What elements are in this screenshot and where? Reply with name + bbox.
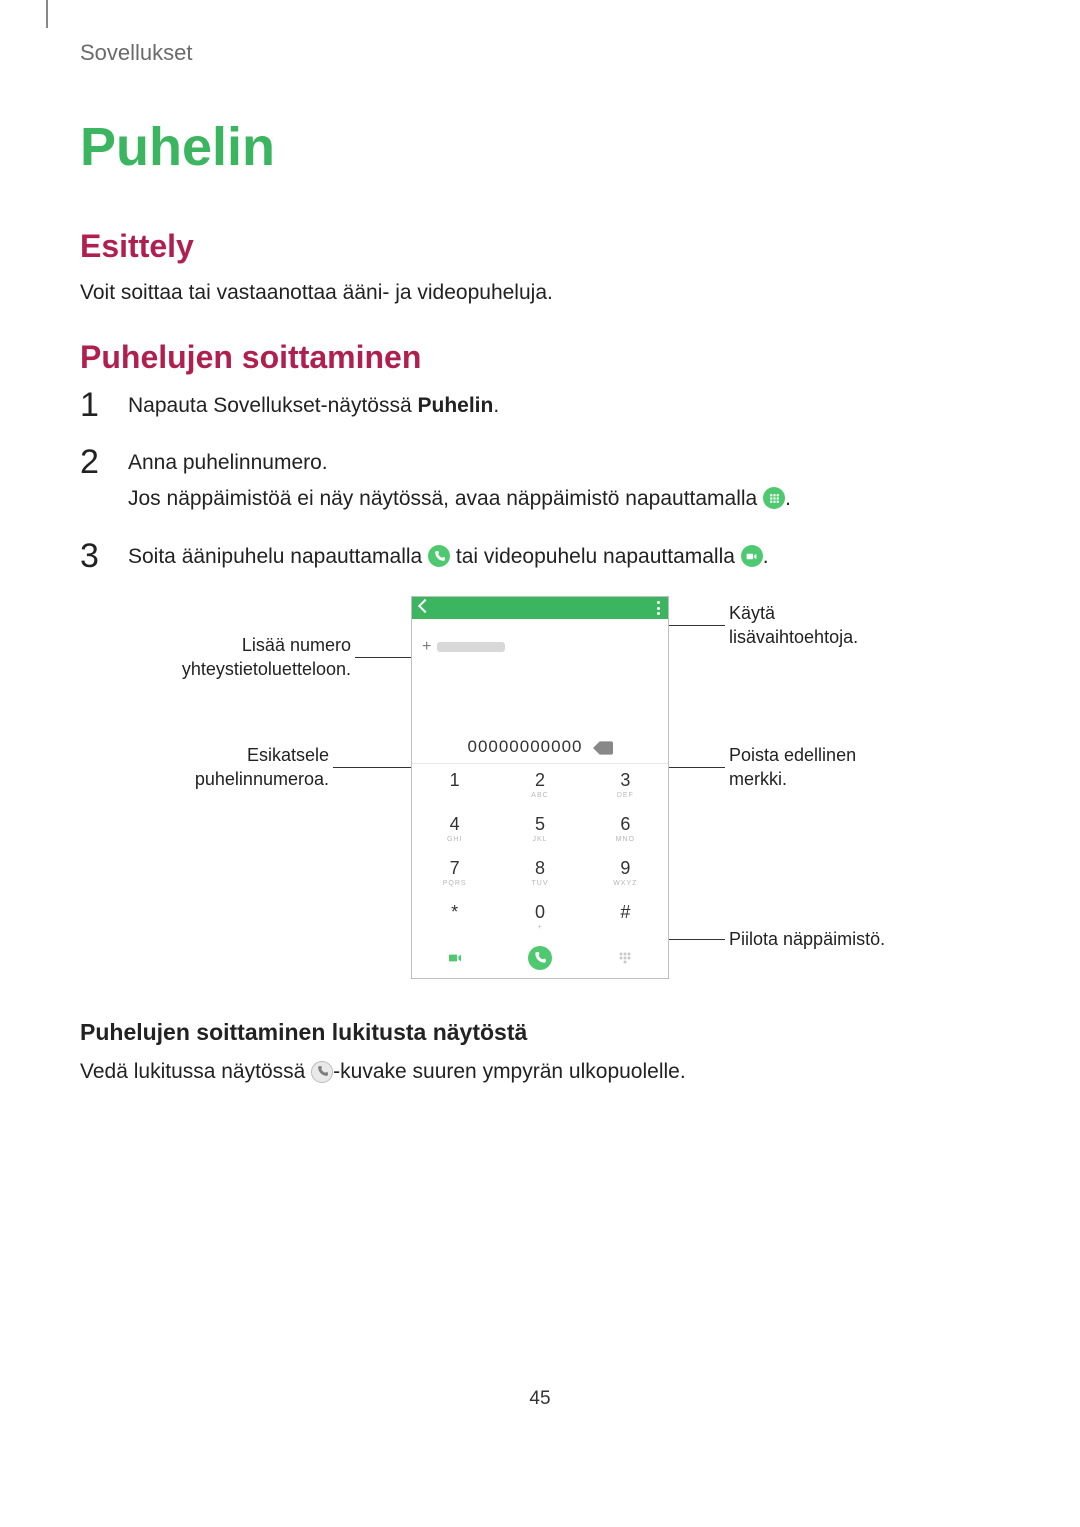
video-call-icon [741,545,763,567]
callout-text: Piilota näppäimistö. [729,928,885,951]
step-text: Soita äänipuhelu napauttamalla [128,545,428,568]
subsection-text-pre: Vedä lukitussa näytössä [80,1060,311,1083]
hide-keypad-button[interactable] [611,948,639,968]
step-body: Soita äänipuhelu napauttamalla tai video… [128,539,1000,575]
key-star[interactable]: * [412,896,497,940]
callout-text: Käytä lisävaihtoehtoja. [729,602,909,649]
step-line-1: Anna puhelinnumero. [128,445,1000,481]
section-heading-intro: Esittely [80,228,1000,265]
keypad-open-icon [763,487,785,509]
key-hash[interactable]: # [583,896,668,940]
key-6[interactable]: 6MNO [583,808,668,852]
step-3: 3 Soita äänipuhelu napauttamalla tai vid… [80,539,1000,575]
key-2[interactable]: 2ABC [497,764,582,808]
top-margin-rule [46,0,48,28]
key-5[interactable]: 5JKL [497,808,582,852]
callout-text: Esikatsele puhelinnumeroa. [171,744,329,791]
step-body: Napauta Sovellukset-näytössä Puhelin. [128,388,1000,424]
key-9[interactable]: 9WXYZ [583,852,668,896]
back-icon[interactable] [420,601,432,613]
step-line-2: Jos näppäimistöä ei näy näytössä, avaa n… [128,481,1000,517]
blurred-text [437,642,505,652]
subsection-body: Vedä lukitussa näytössä -kuvake suuren y… [80,1056,1000,1088]
callout-more-options: Käytä lisävaihtoehtoja. [669,602,909,649]
callout-lead [355,657,411,658]
intro-body: Voit soittaa tai vastaanottaa ääni- ja v… [80,277,1000,309]
key-4[interactable]: 4GHI [412,808,497,852]
keypad-row: 4GHI 5JKL 6MNO [412,808,668,852]
phone-spacer [412,661,668,733]
step-text: Napauta Sovellukset-näytössä [128,394,418,417]
step-text: Jos näppäimistöä ei näy näytössä, avaa n… [128,487,763,510]
phone-mock: + 00000000000 1 2ABC 3DEF [411,596,669,979]
step-text-post: . [493,394,499,417]
voice-call-button[interactable] [528,946,552,970]
topbar-spacer [412,619,668,633]
subsection-heading: Puhelujen soittaminen lukitusta näytöstä [80,1019,1000,1046]
phone-lock-icon [311,1061,333,1083]
callout-preview-number: Esikatsele puhelinnumeroa. [171,744,411,791]
figure-wrap: Lisää numero yhteystietoluetteloon. Esik… [80,596,1000,979]
key-3[interactable]: 3DEF [583,764,668,808]
callouts-right: Käytä lisävaihtoehtoja. Poista edellinen… [669,596,909,979]
breadcrumb: Sovellukset [80,40,1000,66]
dialer-figure: Lisää numero yhteystietoluetteloon. Esik… [171,596,909,979]
key-8[interactable]: 8TUV [497,852,582,896]
callout-add-contact: Lisää numero yhteystietoluetteloon. [171,634,411,681]
backspace-icon[interactable] [593,740,613,754]
step-2: 2 Anna puhelinnumero. Jos näppäimistöä e… [80,445,1000,516]
step-1: 1 Napauta Sovellukset-näytössä Puhelin. [80,388,1000,424]
step-text-mid: tai videopuhelu napauttamalla [450,545,741,568]
key-1[interactable]: 1 [412,764,497,808]
step-bold: Puhelin [418,394,494,417]
key-0[interactable]: 0+ [497,896,582,940]
callout-hide-keypad: Piilota näppäimistö. [669,928,909,951]
keypad: 1 2ABC 3DEF 4GHI 5JKL 6MNO 7PQRS 8TUV 9W… [412,763,668,940]
step-number: 3 [80,539,110,573]
action-row [412,940,668,978]
phone-topbar [412,597,668,619]
page-title: Puhelin [80,116,1000,178]
steps-list: 1 Napauta Sovellukset-näytössä Puhelin. … [80,388,1000,575]
callouts-left: Lisää numero yhteystietoluetteloon. Esik… [171,596,411,979]
more-options-icon[interactable] [657,601,660,615]
plus-icon: + [422,639,431,655]
callout-lead [669,625,725,626]
callout-lead [669,939,725,940]
callout-lead [669,767,725,768]
step-number: 1 [80,388,110,422]
step-number: 2 [80,445,110,479]
subsection-text-post: -kuvake suuren ympyrän ulkopuolelle. [333,1060,686,1083]
callout-text: Lisää numero yhteystietoluetteloon. [171,634,351,681]
keypad-row: 1 2ABC 3DEF [412,764,668,808]
page-number: 45 [80,1388,1000,1410]
step-text-post: . [785,487,791,510]
key-7[interactable]: 7PQRS [412,852,497,896]
keypad-row: * 0+ # [412,896,668,940]
step-body: Anna puhelinnumero. Jos näppäimistöä ei … [128,445,1000,516]
keypad-row: 7PQRS 8TUV 9WXYZ [412,852,668,896]
call-icon [428,545,450,567]
video-call-button[interactable] [441,948,469,968]
number-row: 00000000000 [412,733,668,763]
callout-text: Poista edellinen merkki. [729,744,909,791]
step-text-post: . [763,545,769,568]
add-to-contacts-row[interactable]: + [412,633,668,661]
callout-delete-char: Poista edellinen merkki. [669,744,909,791]
entered-number: 00000000000 [467,737,582,757]
section-heading-calls: Puhelujen soittaminen [80,339,1000,376]
callout-lead [333,767,411,768]
